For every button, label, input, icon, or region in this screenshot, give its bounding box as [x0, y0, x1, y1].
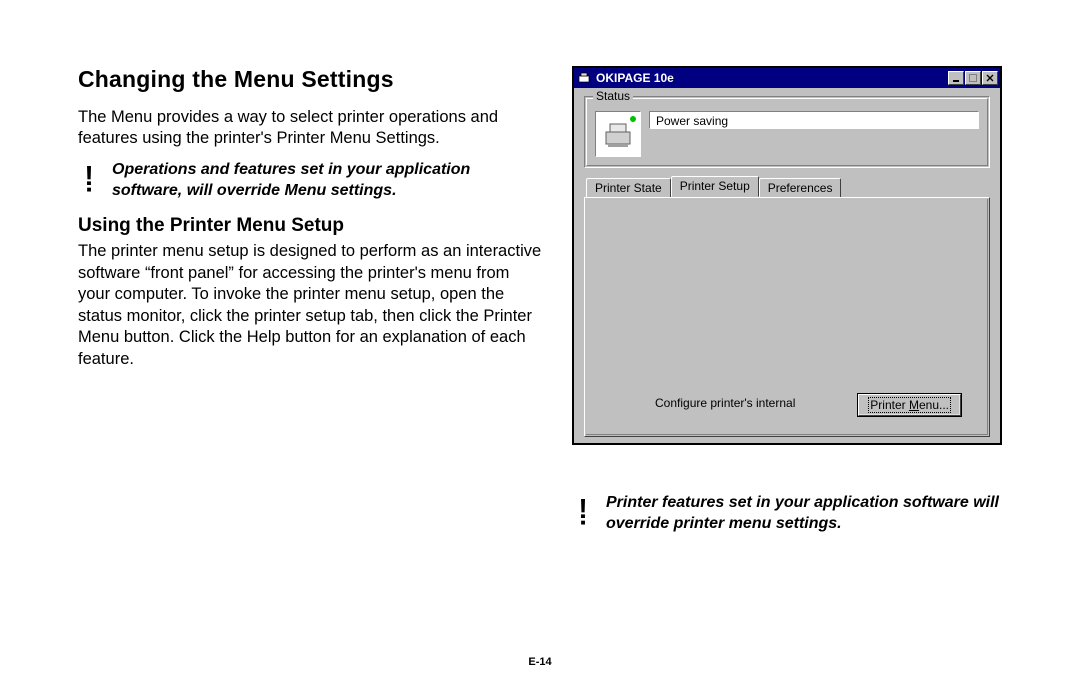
exclamation-icon [572, 493, 594, 525]
callout-2-text: Printer features set in your application… [606, 493, 1002, 535]
titlebar: OKIPAGE 10e [574, 68, 1000, 88]
page-number: E-14 [0, 656, 1080, 668]
printer-menu-button[interactable]: Printer Menu... [858, 394, 961, 416]
exclamation-icon [78, 160, 100, 192]
status-led-icon [630, 116, 636, 122]
screenshot-window: OKIPAGE 10e [572, 66, 1002, 445]
status-group-label: Status [593, 89, 633, 103]
body-paragraph-2: The printer menu setup is designed to pe… [78, 241, 542, 370]
tab-panel: Configure printer's internal Printer Men… [584, 197, 990, 437]
section-heading: Using the Printer Menu Setup [78, 215, 542, 237]
printer-status-icon [595, 111, 641, 157]
intro-paragraph: The Menu provides a way to select printe… [78, 107, 542, 150]
tab-printer-state[interactable]: Printer State [586, 178, 671, 199]
page-title: Changing the Menu Settings [78, 66, 542, 93]
minimize-button[interactable] [948, 71, 964, 85]
window-title: OKIPAGE 10e [596, 71, 947, 85]
maximize-button[interactable] [965, 71, 981, 85]
tab-strip: Printer State Printer Setup Preferences [584, 176, 990, 197]
status-group: Status Power sa [584, 96, 990, 168]
app-icon [576, 70, 592, 86]
callout-2: Printer features set in your application… [572, 493, 1002, 535]
close-button[interactable] [982, 71, 998, 85]
status-value: Power saving [649, 111, 979, 129]
tab-preferences[interactable]: Preferences [759, 178, 842, 199]
tab-printer-setup[interactable]: Printer Setup [671, 176, 759, 197]
configure-label: Configure printer's internal [655, 396, 795, 410]
callout-1-text: Operations and features set in your appl… [112, 160, 542, 202]
callout-1: Operations and features set in your appl… [78, 160, 542, 202]
